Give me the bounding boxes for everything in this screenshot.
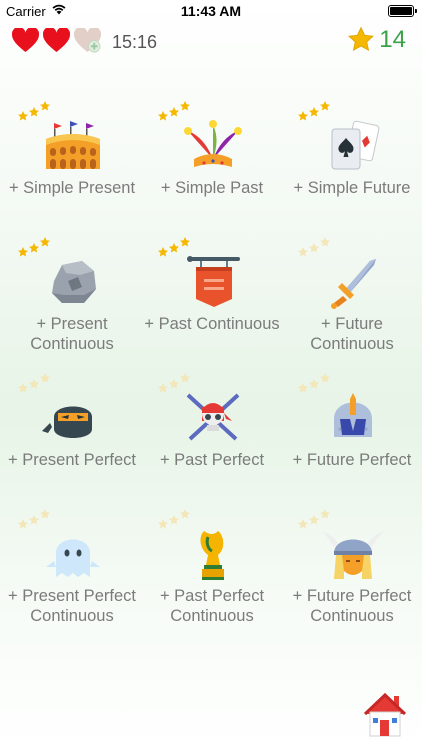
level-future-perfect-continuous[interactable]: + Future Perfect Continuous (282, 503, 422, 639)
star-empty-icon (158, 519, 168, 529)
sword-icon (331, 259, 376, 309)
star-earned-icon (169, 243, 179, 253)
pirate-skull-icon (186, 393, 240, 441)
star-earned-icon (320, 101, 330, 111)
level-label: + Simple Future (293, 179, 411, 197)
star-empty-icon (180, 373, 190, 383)
level-label: + Future Perfect (292, 451, 412, 469)
star-empty-icon (169, 515, 179, 525)
star-empty-icon (320, 509, 330, 519)
star-earned-icon (298, 111, 308, 121)
star-earned-icon (169, 107, 179, 117)
star-earned-icon (29, 107, 39, 117)
star-empty-icon (18, 519, 28, 529)
heart-full-icon (12, 28, 39, 53)
star-empty-icon (298, 519, 308, 529)
level-label: + Present Perfect Continuous (8, 587, 136, 625)
level-label: + Present Continuous (30, 315, 114, 353)
level-present-perfect[interactable]: + Present Perfect (2, 367, 142, 503)
star-empty-icon (29, 379, 39, 389)
level-simple-present[interactable]: + Simple Present (2, 95, 142, 231)
star-earned-icon (158, 111, 168, 121)
star-earned-icon (40, 237, 50, 247)
heart-full-icon (43, 28, 70, 53)
level-past-perfect-continuous[interactable]: + Past Perfect Continuous (142, 503, 282, 639)
star-empty-icon (40, 509, 50, 519)
status-bar: Carrier 11:43 AM (0, 0, 422, 22)
lives (12, 28, 101, 53)
level-past-perfect[interactable]: + Past Perfect (142, 367, 282, 503)
game-header: 15:16 14 (0, 26, 422, 60)
stars-total: 14 (347, 26, 406, 54)
star-earned-icon (158, 247, 168, 257)
playing-cards-icon (331, 120, 380, 170)
star-empty-icon (320, 237, 330, 247)
jester-hat-icon (184, 120, 242, 167)
star-empty-icon (29, 515, 39, 525)
colosseum-icon (46, 121, 100, 169)
star-empty-icon (298, 247, 308, 257)
level-past-continuous[interactable]: + Past Continuous (142, 231, 282, 367)
star-earned-icon (180, 101, 190, 111)
star-earned-icon (180, 237, 190, 247)
level-future-perfect[interactable]: + Future Perfect (282, 367, 422, 503)
star-earned-icon (18, 111, 28, 121)
tavern-sign-icon (187, 256, 240, 307)
battery-icon (388, 5, 417, 17)
knight-helmet-icon (334, 393, 372, 437)
level-label: + Past Perfect Continuous (159, 587, 265, 625)
ninja-icon (42, 406, 92, 438)
level-label: + Simple Present (8, 179, 136, 197)
level-label: + Future Continuous (310, 315, 394, 353)
star-earned-icon (29, 243, 39, 253)
star-empty-icon (40, 373, 50, 383)
star-earned-icon (40, 101, 50, 111)
level-simple-past[interactable]: + Simple Past (142, 95, 282, 231)
home-icon[interactable] (362, 690, 408, 738)
star-empty-icon (18, 383, 28, 393)
trophy-icon (200, 531, 224, 580)
star-empty-icon (169, 379, 179, 389)
level-present-continuous[interactable]: + Present Continuous (2, 231, 142, 367)
star-empty-icon (298, 383, 308, 393)
level-label: + Past Continuous (144, 315, 280, 333)
viking-icon (322, 531, 384, 579)
heart-refill-icon (74, 28, 101, 53)
level-label: + Past Perfect (159, 451, 265, 469)
star-earned-icon (18, 247, 28, 257)
clock: 11:43 AM (180, 3, 242, 19)
level-label: + Present Perfect (8, 451, 136, 469)
star-empty-icon (320, 373, 330, 383)
stars-count: 14 (379, 26, 406, 53)
star-empty-icon (180, 509, 190, 519)
star-earned-icon (309, 107, 319, 117)
star-empty-icon (158, 383, 168, 393)
star-empty-icon (309, 515, 319, 525)
level-simple-future[interactable]: + Simple Future (282, 95, 422, 231)
star-icon (348, 26, 375, 52)
rock-icon (52, 261, 96, 303)
star-empty-icon (309, 379, 319, 389)
lives-refill-timer: 15:16 (112, 32, 158, 52)
level-future-continuous[interactable]: + Future Continuous (282, 231, 422, 367)
level-present-perfect-continuous[interactable]: + Present Perfect Continuous (2, 503, 142, 639)
level-label: + Simple Past (160, 179, 264, 197)
ghost-icon (46, 539, 100, 577)
level-label: + Future Perfect Continuous (292, 587, 412, 625)
star-empty-icon (309, 243, 319, 253)
